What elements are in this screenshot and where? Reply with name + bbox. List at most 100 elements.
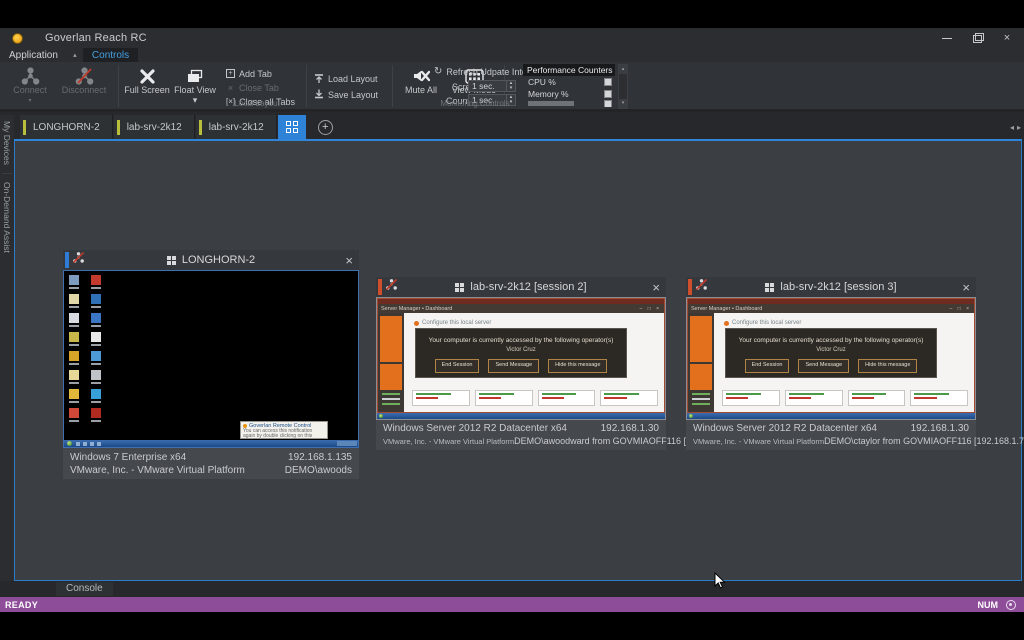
tile-header[interactable]: lab-srv-2k12 [session 3] × [686,277,976,297]
win7-taskbar [64,440,358,447]
session-tab-strip: LONGHORN-2 lab-srv-2k12 lab-srv-2k12 + ◂… [14,115,1024,139]
session-info-bar: Windows 7 Enterprise x64 192.168.1.135 V… [63,448,359,479]
taskbar-clock [337,441,357,446]
start-orb-icon [379,414,383,418]
tab-status-indicator [198,119,202,135]
session-tab-labsrv-2[interactable]: lab-srv-2k12 [195,115,277,139]
send-message-button[interactable]: Send Message [798,359,850,373]
window-buttons-icon: – □ × [949,305,971,312]
session-tab-labsrv-1[interactable]: lab-srv-2k12 [113,115,195,139]
start-orb-icon [67,441,72,446]
tile-header[interactable]: LONGHORN-2 × [63,250,359,270]
collapse-ribbon-icon[interactable]: ▴ [67,48,83,62]
send-message-button[interactable]: Send Message [488,359,540,373]
disconnected-status-icon [695,278,708,296]
roles-summary [412,390,658,406]
minimize-button[interactable] [940,31,954,45]
sidebar-item-my-devices[interactable]: My Devices [2,121,12,165]
add-tab-button[interactable]: + Add Tab [226,67,272,80]
refresh-icon: ↻ [434,66,443,77]
windows-logo-icon [455,282,465,292]
hardware-label: VMware, Inc. - VMware Virtual Platform [70,465,245,476]
perf-counter-clipped[interactable] [523,100,615,107]
add-session-tab-button[interactable]: + [317,119,333,135]
user-label: DEMO\ctaylor from GOVMIAOFF116 [192.168.… [824,436,1024,446]
tile-title: lab-srv-2k12 [session 3] [780,281,897,293]
scroll-up-icon[interactable]: ▴ [619,65,627,74]
load-layout-button[interactable]: Load Layout [314,72,378,85]
tab-application[interactable]: Application [0,48,67,62]
title-bar: Goverlan Reach RC × [0,28,1024,48]
disconnect-button[interactable]: Disconnect [58,64,110,110]
left-dock: My Devices On-Demand Assist [0,115,14,581]
tab-status-indicator [116,119,120,135]
connect-dropdown-caret-icon: ▾ [28,97,32,104]
close-session-button[interactable]: × [652,281,660,294]
status-target-icon [1006,599,1016,610]
console-tab[interactable]: Console [56,582,113,596]
remote-screen-labsrv-session2[interactable]: Server Manager • Dashboard – □ × Configu… [376,297,666,420]
ip-label: 192.168.1.30 [910,423,969,434]
end-session-button[interactable]: End Session [744,359,790,373]
session-tab-longhorn2[interactable]: LONGHORN-2 [20,115,113,139]
app-window: Goverlan Reach RC × Application ▴ Contro… [0,28,1024,612]
close-tab-button[interactable]: × Close Tab [226,81,279,94]
server-taskbar [377,413,665,419]
dialog-operator: Victor Cruz [816,347,846,353]
hide-message-button[interactable]: Hide this message [858,359,918,373]
close-session-button[interactable]: × [962,281,970,294]
cpu-checkbox[interactable] [604,78,612,86]
load-layout-icon [314,73,324,85]
os-label: Windows 7 Enterprise x64 [70,452,187,463]
screen-interval-input[interactable]: 1 sec. ▴ ▾ [468,80,516,92]
app-logo-icon [12,32,23,44]
session-accent-bar [688,279,692,295]
server-manager-nav [378,313,404,412]
disconnected-status-icon [385,278,398,296]
group-label-local-layout: Local Layout [234,99,280,108]
remote-screen-labsrv-session3[interactable]: Server Manager • Dashboard – □ × Configu… [686,297,976,420]
tile-header[interactable]: lab-srv-2k12 [session 2] × [376,277,666,297]
scroll-down-icon[interactable]: ▾ [619,99,627,108]
memory-checkbox[interactable] [604,90,612,98]
disconnected-status-icon [72,251,85,269]
configure-server-link: Configure this local server [724,320,974,326]
os-label: Windows Server 2012 R2 Datacenter x64 [383,423,567,434]
perf-counter-cpu[interactable]: CPU % [523,76,615,88]
tab-scroll-right-icon[interactable]: ▸ [1017,123,1021,132]
hide-message-button[interactable]: Hide this message [548,359,608,373]
restore-button[interactable] [970,31,984,45]
server-manager-icon [414,320,419,326]
hardware-label: VMware, Inc. - VMware Virtual Platform [693,437,825,446]
close-button[interactable]: × [1000,31,1014,45]
ip-label: 192.168.1.135 [288,452,352,463]
tab-scroll-left-icon[interactable]: ◂ [1010,123,1014,132]
user-label: DEMO\awoods [284,465,352,476]
session-accent-bar [65,252,69,268]
status-ready: READY [5,599,39,610]
full-screen-icon [139,66,156,86]
end-session-button[interactable]: End Session [434,359,480,373]
grid-view-icon [285,121,298,133]
mute-all-icon [412,66,430,86]
sidebar-item-on-demand-assist[interactable]: On-Demand Assist [2,182,12,253]
window-buttons-icon: – □ × [639,305,661,312]
server-manager-nav [688,313,714,412]
console-bar: Console [0,581,1024,597]
group-label-monitoring-controls: Monitoring Controls [440,99,510,108]
server-taskbar [687,413,975,419]
desktop-background: Goverlan Reach RC × Application ▴ Contro… [0,0,1024,640]
tile-view-tab[interactable] [277,115,306,139]
close-tab-icon: × [227,82,234,93]
tab-controls[interactable]: Controls [82,48,139,62]
connect-button[interactable]: Connect ▾ [4,64,56,110]
windows-logo-icon [765,282,775,292]
perf-scrollbar[interactable]: ▴ ▾ [618,64,628,109]
remote-screen-longhorn2[interactable]: Goverlan Remote Control You can access t… [63,270,359,448]
configure-server-link: Configure this local server [414,320,664,326]
tile-title: lab-srv-2k12 [session 2] [470,281,587,293]
hardware-label: VMware, Inc. - VMware Virtual Platform [383,437,515,446]
screen-interval-spinner[interactable]: ▴ ▾ [506,81,515,91]
perf-counter-memory[interactable]: Memory % [523,88,615,100]
close-session-button[interactable]: × [345,254,353,267]
